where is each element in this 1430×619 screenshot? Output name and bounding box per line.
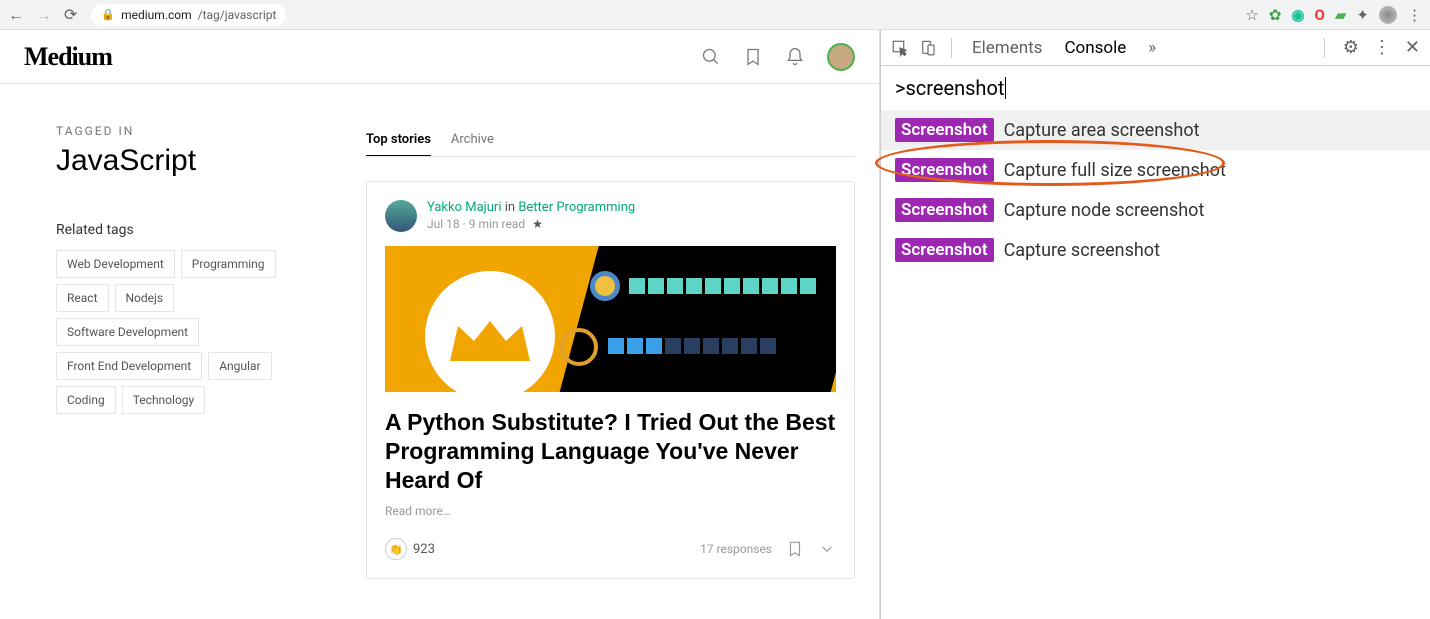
back-icon[interactable]: ←	[8, 5, 24, 25]
cmd-badge: Screenshot	[895, 118, 994, 142]
cmd-capture-area[interactable]: Screenshot Capture area screenshot	[881, 110, 1430, 150]
address-bar[interactable]: 🔒 medium.com/tag/javascript	[91, 4, 286, 26]
tab-top-stories[interactable]: Top stories	[366, 124, 431, 156]
cmd-text: Capture screenshot	[1004, 240, 1160, 261]
ublock-ext-icon[interactable]: O	[1315, 6, 1325, 24]
bookmark-star-icon[interactable]: ☆	[1245, 6, 1258, 24]
tag-chip[interactable]: Front End Development	[56, 352, 202, 380]
medium-header: Medium	[0, 30, 879, 84]
command-suggestions: Screenshot Capture area screenshot Scree…	[881, 110, 1430, 270]
ext-icon-generic[interactable]: ▰	[1335, 6, 1347, 24]
bookmark-icon[interactable]	[743, 47, 763, 67]
search-icon[interactable]	[701, 47, 721, 67]
user-avatar[interactable]	[827, 43, 855, 71]
story-date: Jul 18	[427, 217, 460, 231]
cmd-text: Capture node screenshot	[1004, 200, 1205, 221]
author-link[interactable]: Yakko Majuri	[427, 200, 502, 215]
tab-archive[interactable]: Archive	[451, 124, 494, 156]
forward-icon[interactable]: →	[36, 5, 52, 25]
kebab-menu-icon[interactable]: ⋮	[1373, 37, 1391, 58]
reload-icon[interactable]: ⟳	[64, 5, 77, 24]
tagged-in-label: TAGGED IN	[56, 124, 306, 138]
cmd-text: Capture full size screenshot	[1004, 160, 1226, 181]
medium-logo[interactable]: Medium	[24, 42, 112, 72]
cmd-query: screenshot	[905, 76, 1004, 100]
tag-chip[interactable]: Web Development	[56, 250, 175, 278]
devtools-tab-console[interactable]: Console	[1058, 38, 1132, 58]
story-card[interactable]: Yakko Majuri in Better Programming Jul 1…	[366, 181, 855, 579]
page-title: JavaScript	[56, 144, 306, 178]
author-avatar[interactable]	[385, 200, 417, 232]
publication-link[interactable]: Better Programming	[518, 200, 635, 215]
tag-chip[interactable]: Software Development	[56, 318, 199, 346]
story-title[interactable]: A Python Substitute? I Tried Out the Bes…	[385, 408, 836, 494]
cmd-badge: Screenshot	[895, 238, 994, 262]
tag-chip[interactable]: Technology	[122, 386, 205, 414]
member-star-icon: ★	[532, 217, 543, 231]
devtools-panel: Elements Console » ⚙ ⋮ ✕ >screenshot Scr…	[880, 30, 1430, 619]
content-tabs: Top stories Archive	[366, 124, 855, 157]
page-content: Medium TAGGED IN JavaScript Related tags…	[0, 30, 880, 619]
command-menu-input[interactable]: >screenshot	[881, 66, 1430, 110]
cmd-text: Capture area screenshot	[1004, 120, 1200, 141]
grammarly-ext-icon[interactable]: ◉	[1291, 6, 1304, 24]
read-time: 9 min read	[469, 217, 525, 231]
cmd-badge: Screenshot	[895, 198, 994, 222]
clap-count: 923	[413, 542, 435, 557]
lock-icon: 🔒	[101, 8, 115, 21]
inspect-icon[interactable]	[891, 39, 909, 57]
profile-avatar-icon[interactable]	[1379, 6, 1397, 24]
related-tags-label: Related tags	[56, 222, 306, 238]
clap-icon[interactable]: 👏	[385, 538, 407, 560]
bell-icon[interactable]	[785, 47, 805, 67]
browser-toolbar: ← → ⟳ 🔒 medium.com/tag/javascript ☆ ✿ ◉ …	[0, 0, 1430, 30]
cmd-prefix: >	[895, 76, 905, 100]
evernote-ext-icon[interactable]: ✿	[1269, 6, 1282, 24]
tag-chip[interactable]: React	[56, 284, 109, 312]
chevron-down-icon[interactable]	[818, 540, 836, 558]
url-host: medium.com	[121, 8, 192, 22]
tag-chip[interactable]: Programming	[181, 250, 276, 278]
cmd-capture-full-size[interactable]: Screenshot Capture full size screenshot	[881, 150, 1430, 190]
story-cover-image[interactable]	[385, 246, 836, 392]
cmd-capture-screenshot[interactable]: Screenshot Capture screenshot	[881, 230, 1430, 270]
in-word: in	[505, 200, 515, 215]
close-icon[interactable]: ✕	[1405, 37, 1420, 58]
browser-menu-icon[interactable]: ⋮	[1407, 6, 1422, 24]
bookmark-icon[interactable]	[786, 540, 804, 558]
tag-chip[interactable]: Coding	[56, 386, 116, 414]
main-column: Top stories Archive Yakko Majuri in Bett…	[366, 124, 855, 579]
related-tags-list: Web Development Programming React Nodejs…	[56, 250, 306, 414]
gear-icon[interactable]: ⚙	[1343, 37, 1359, 58]
devtools-tab-elements[interactable]: Elements	[966, 38, 1048, 58]
device-toggle-icon[interactable]	[919, 39, 937, 57]
responses-link[interactable]: 17 responses	[700, 542, 772, 556]
read-more-link[interactable]: Read more…	[385, 504, 836, 518]
devtools-more-tabs[interactable]: »	[1142, 38, 1162, 58]
extensions-icon[interactable]: ✦	[1356, 6, 1369, 24]
sidebar: TAGGED IN JavaScript Related tags Web De…	[56, 124, 306, 579]
devtools-toolbar: Elements Console » ⚙ ⋮ ✕	[881, 30, 1430, 66]
cmd-capture-node[interactable]: Screenshot Capture node screenshot	[881, 190, 1430, 230]
tag-chip[interactable]: Angular	[208, 352, 271, 380]
url-path: /tag/javascript	[198, 8, 277, 22]
cmd-badge: Screenshot	[895, 158, 994, 182]
tag-chip[interactable]: Nodejs	[115, 284, 175, 312]
